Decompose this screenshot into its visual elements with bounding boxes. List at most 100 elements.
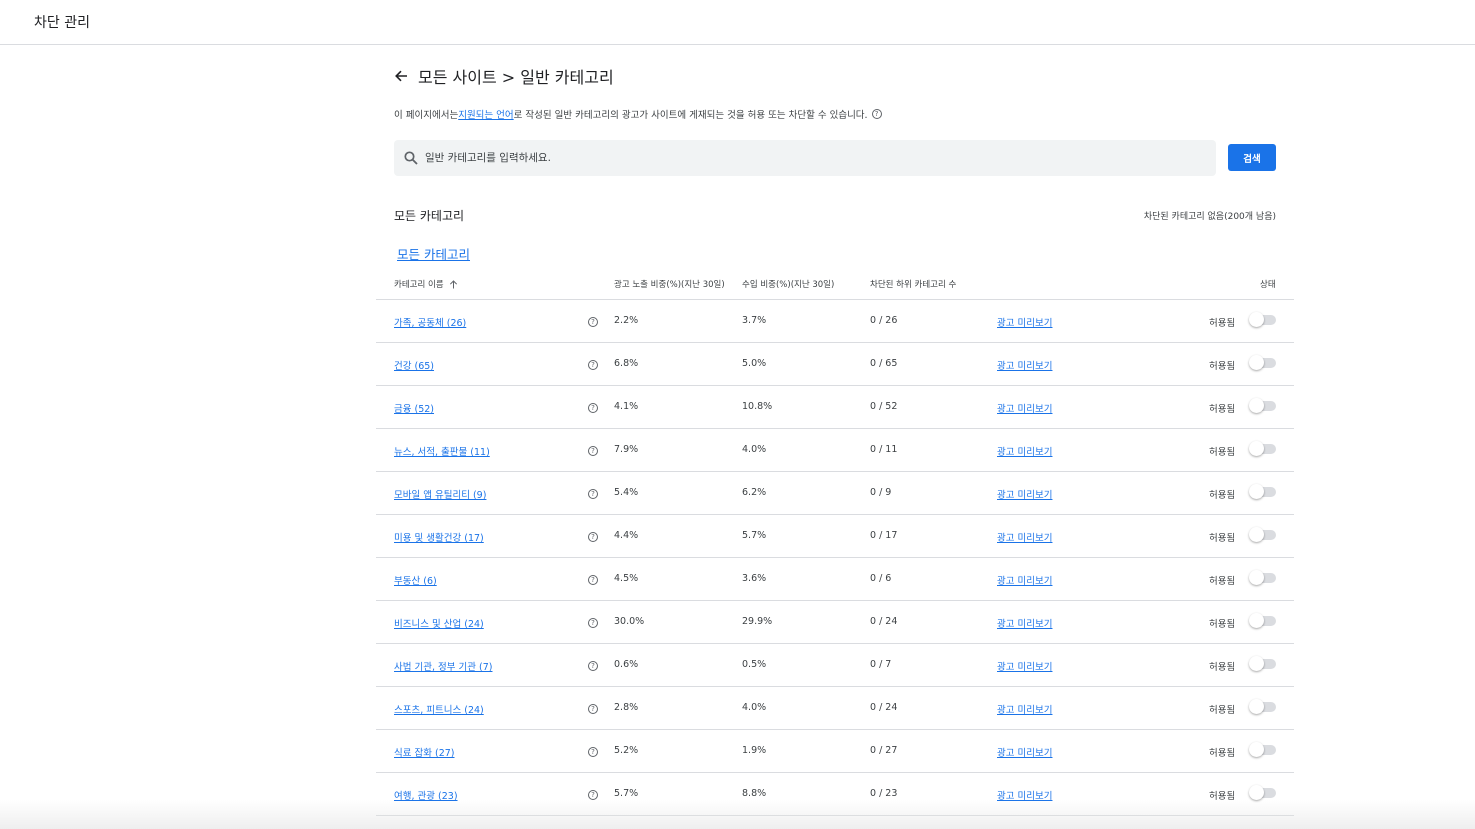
- help-icon[interactable]: ?: [588, 317, 598, 327]
- revenue-share: 8.8%: [742, 788, 767, 799]
- ad-preview-link[interactable]: 광고 미리보기: [997, 616, 1052, 630]
- table-row: 건강 (65)? 6.8% 5.0% 0 / 65 광고 미리보기 허용됨: [376, 343, 1294, 386]
- blocked-subcategory-count: 0 / 17: [870, 530, 898, 541]
- toggle-knob: [1249, 613, 1264, 628]
- toggle-knob: [1249, 656, 1264, 671]
- status-label: 허용됨: [1209, 447, 1236, 458]
- app-title: 차단 관리: [34, 15, 90, 31]
- help-icon[interactable]: ?: [588, 489, 598, 499]
- column-header-revenue: 수입 비중(%)(지난 30일): [742, 280, 835, 290]
- help-icon[interactable]: ?: [871, 109, 882, 119]
- help-icon[interactable]: ?: [588, 618, 598, 628]
- table-row: 모바일 앱 유틸리티 (9)? 5.4% 6.2% 0 / 9 광고 미리보기 허용됨: [376, 472, 1294, 515]
- category-name-link[interactable]: 식료 잡화 (27): [394, 745, 455, 759]
- status-toggle[interactable]: [1249, 570, 1276, 585]
- status-toggle[interactable]: [1249, 312, 1276, 327]
- status-toggle[interactable]: [1249, 656, 1276, 671]
- toggle-knob: [1249, 484, 1264, 499]
- help-icon[interactable]: ?: [588, 790, 598, 800]
- ad-preview-link[interactable]: 광고 미리보기: [997, 401, 1052, 415]
- status-toggle[interactable]: [1249, 613, 1276, 628]
- category-table: 가족, 공동체 (26)? 2.2% 3.7% 0 / 26 광고 미리보기 허용됨 건강 …: [376, 299, 1294, 816]
- column-header-name[interactable]: 카테고리 이름: [394, 278, 458, 290]
- status-label: 허용됨: [1209, 361, 1236, 372]
- column-header-name-label: 카테고리 이름: [394, 280, 444, 290]
- toggle-knob: [1249, 355, 1264, 370]
- impression-share: 30.0%: [614, 616, 645, 627]
- category-name-link[interactable]: 부동산 (6): [394, 573, 437, 587]
- impression-share: 5.2%: [614, 745, 639, 756]
- breadcrumb-all-categories[interactable]: 모든 카테고리: [397, 244, 470, 263]
- status-toggle[interactable]: [1249, 398, 1276, 413]
- back-arrow-icon[interactable]: [394, 69, 408, 83]
- blocked-subcategory-count: 0 / 6: [870, 573, 892, 584]
- table-row: 스포츠, 피트니스 (24)? 2.8% 4.0% 0 / 24 광고 미리보기 허용됨: [376, 687, 1294, 730]
- search-input[interactable]: [425, 152, 1185, 164]
- column-header-blocked-sub: 차단된 하위 카테고리 수: [870, 280, 957, 290]
- table-row: 미용 및 생활건강 (17)? 4.4% 5.7% 0 / 17 광고 미리보기 허용됨: [376, 515, 1294, 558]
- top-bar: 차단 관리: [0, 0, 1475, 45]
- help-icon[interactable]: ?: [588, 704, 598, 714]
- table-row: 금융 (52)? 4.1% 10.8% 0 / 52 광고 미리보기 허용됨: [376, 386, 1294, 429]
- ad-preview-link[interactable]: 광고 미리보기: [997, 487, 1052, 501]
- help-icon[interactable]: ?: [588, 575, 598, 585]
- ad-preview-link[interactable]: 광고 미리보기: [997, 745, 1052, 759]
- category-name-link[interactable]: 사법 기관, 정부 기관 (7): [394, 659, 492, 673]
- table-row: 부동산 (6)? 4.5% 3.6% 0 / 6 광고 미리보기 허용됨: [376, 558, 1294, 601]
- ad-preview-link[interactable]: 광고 미리보기: [997, 315, 1052, 329]
- blocked-subcategory-count: 0 / 65: [870, 358, 898, 369]
- category-name-link[interactable]: 뉴스, 서적, 출판물 (11): [394, 444, 490, 458]
- impression-share: 4.5%: [614, 573, 639, 584]
- category-name-link[interactable]: 금융 (52): [394, 401, 434, 415]
- impression-share: 2.8%: [614, 702, 639, 713]
- status-toggle[interactable]: [1249, 785, 1276, 800]
- ad-preview-link[interactable]: 광고 미리보기: [997, 530, 1052, 544]
- category-name-link[interactable]: 가족, 공동체 (26): [394, 315, 466, 329]
- category-name-link[interactable]: 스포츠, 피트니스 (24): [394, 702, 484, 716]
- blocked-subcategory-count: 0 / 26: [870, 315, 898, 326]
- impression-share: 6.8%: [614, 358, 639, 369]
- help-icon[interactable]: ?: [588, 403, 598, 413]
- status-label: 허용됨: [1209, 748, 1236, 759]
- status-toggle[interactable]: [1249, 699, 1276, 714]
- blocked-subcategory-count: 0 / 9: [870, 487, 892, 498]
- help-icon[interactable]: ?: [588, 360, 598, 370]
- revenue-share: 3.7%: [742, 315, 767, 326]
- status-toggle[interactable]: [1249, 355, 1276, 370]
- category-name-link[interactable]: 미용 및 생활건강 (17): [394, 530, 484, 544]
- status-toggle[interactable]: [1249, 441, 1276, 456]
- page-title: 모든 사이트 > 일반 카테고리: [418, 68, 614, 87]
- table-row: 뉴스, 서적, 출판물 (11)? 7.9% 4.0% 0 / 11 광고 미리보기 허용…: [376, 429, 1294, 472]
- supported-languages-link[interactable]: 지원되는 언어: [458, 107, 513, 121]
- description-text-after: 로 작성된 일반 카테고리의 광고가 사이트에 게재되는 것을 허용 또는 차단…: [513, 110, 868, 121]
- section-title: 모든 카테고리: [394, 209, 465, 223]
- ad-preview-link[interactable]: 광고 미리보기: [997, 659, 1052, 673]
- category-name-link[interactable]: 여행, 관광 (23): [394, 788, 458, 802]
- revenue-share: 29.9%: [742, 616, 773, 627]
- revenue-share: 0.5%: [742, 659, 767, 670]
- category-name-link[interactable]: 모바일 앱 유틸리티 (9): [394, 487, 486, 501]
- category-name-link[interactable]: 건강 (65): [394, 358, 434, 372]
- search-button[interactable]: 검색: [1228, 144, 1276, 171]
- status-toggle[interactable]: [1249, 742, 1276, 757]
- status-toggle[interactable]: [1249, 527, 1276, 542]
- blocked-subcategory-count: 0 / 23: [870, 788, 898, 799]
- revenue-share: 1.9%: [742, 745, 767, 756]
- status-label: 허용됨: [1209, 576, 1236, 587]
- status-toggle[interactable]: [1249, 484, 1276, 499]
- blocked-subcategory-count: 0 / 52: [870, 401, 898, 412]
- ad-preview-link[interactable]: 광고 미리보기: [997, 788, 1052, 802]
- help-icon[interactable]: ?: [588, 661, 598, 671]
- column-header-impressions: 광고 노출 비중(%)(지난 30일): [614, 280, 725, 290]
- ad-preview-link[interactable]: 광고 미리보기: [997, 358, 1052, 372]
- impression-share: 7.9%: [614, 444, 639, 455]
- help-icon[interactable]: ?: [588, 532, 598, 542]
- ad-preview-link[interactable]: 광고 미리보기: [997, 444, 1052, 458]
- ad-preview-link[interactable]: 광고 미리보기: [997, 573, 1052, 587]
- toggle-knob: [1249, 527, 1264, 542]
- ad-preview-link[interactable]: 광고 미리보기: [997, 702, 1052, 716]
- category-name-link[interactable]: 비즈니스 및 산업 (24): [394, 616, 484, 630]
- help-icon[interactable]: ?: [588, 446, 598, 456]
- help-icon[interactable]: ?: [588, 747, 598, 757]
- table-row: 사법 기관, 정부 기관 (7)? 0.6% 0.5% 0 / 7 광고 미리보기 허용됨: [376, 644, 1294, 687]
